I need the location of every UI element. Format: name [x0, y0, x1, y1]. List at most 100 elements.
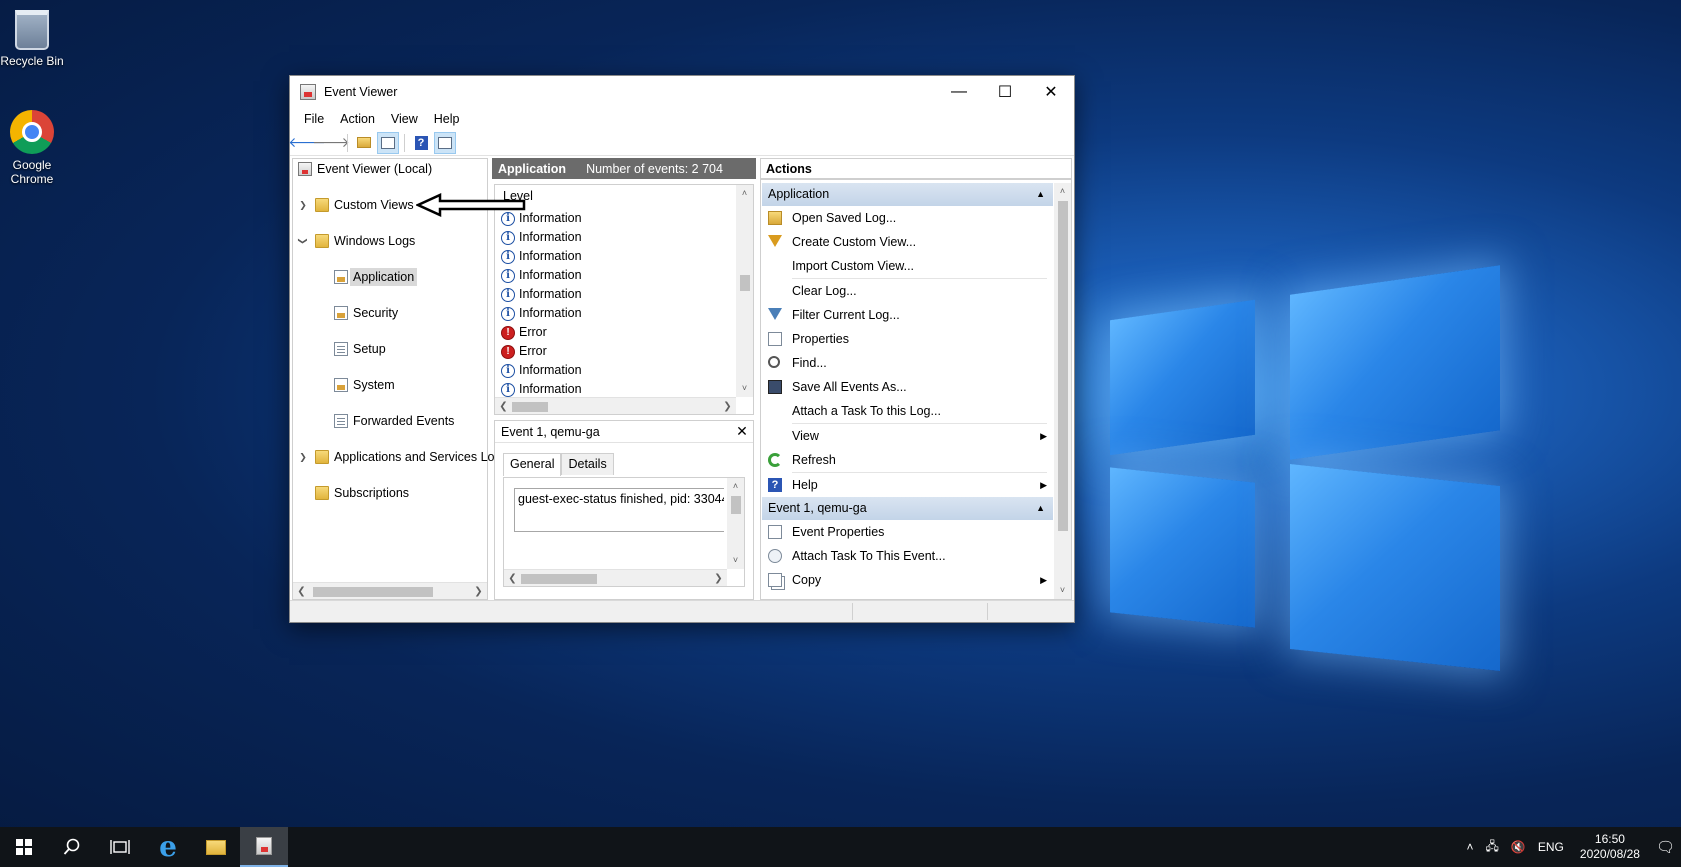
scroll-up-icon[interactable]: ˄ — [727, 478, 744, 495]
chevron-right-icon[interactable]: ❯ — [297, 448, 309, 466]
actions-group-header[interactable]: Event 1, qemu-ga ▲ — [762, 497, 1053, 520]
action-item[interactable]: Refresh — [762, 448, 1053, 472]
volume-muted-icon[interactable]: 🔇 — [1505, 840, 1532, 854]
actions-title: Actions — [761, 159, 1071, 180]
tree-item-applications-and-services-logs[interactable]: ❯ Applications and Services Lo — [293, 448, 495, 466]
tree-item-forwarded-events[interactable]: Forwarded Events — [293, 412, 487, 430]
event-row[interactable]: i Information — [501, 247, 582, 266]
tab-details[interactable]: Details — [561, 453, 614, 475]
events-horizontal-scrollbar[interactable]: ❮ ❯ — [495, 397, 736, 414]
scroll-left-icon[interactable]: ❮ — [495, 398, 512, 414]
scroll-right-icon[interactable]: ❯ — [719, 398, 736, 414]
actions-vertical-scrollbar[interactable]: ˄ ˅ — [1054, 183, 1071, 599]
message-vertical-scrollbar[interactable]: ˄ ˅ — [727, 478, 744, 569]
tree-horizontal-scrollbar[interactable]: ❮ ❯ — [293, 582, 487, 599]
collapse-triangle-icon[interactable]: ▲ — [1036, 183, 1045, 206]
tree-item-windows-logs[interactable]: ❯ Windows Logs — [293, 232, 487, 250]
title-bar[interactable]: Event Viewer — ☐ ✕ — [290, 76, 1074, 108]
tab-general[interactable]: General — [503, 453, 562, 476]
security-log-icon — [334, 306, 348, 320]
scrollbar-thumb[interactable] — [512, 402, 548, 412]
up-folder-icon[interactable] — [353, 132, 375, 154]
show-hide-action-pane-icon[interactable] — [434, 131, 456, 154]
close-detail-icon[interactable]: ✕ — [731, 423, 753, 440]
chevron-down-icon[interactable]: ❯ — [294, 235, 312, 247]
task-view-icon — [110, 840, 130, 854]
scroll-left-icon[interactable]: ❮ — [504, 570, 521, 587]
show-hidden-icons-chevron-up-icon[interactable]: ˄ — [1461, 840, 1480, 854]
tree-item-subscriptions[interactable]: Subscriptions — [293, 484, 487, 502]
action-label: Attach Task To This Event... — [792, 549, 946, 563]
menu-file[interactable]: File — [296, 112, 332, 126]
menu-help[interactable]: Help — [426, 112, 468, 126]
chevron-right-icon[interactable]: ❯ — [297, 196, 309, 214]
scroll-right-icon[interactable]: ❯ — [470, 583, 487, 600]
submenu-arrow-icon: ▶ — [1040, 575, 1047, 585]
action-item[interactable]: Properties — [762, 327, 1053, 351]
desktop-icon-google-chrome[interactable]: Google Chrome — [0, 110, 64, 186]
action-item[interactable]: Import Custom View... — [762, 254, 1053, 278]
internet-explorer-button[interactable]: e — [144, 827, 192, 867]
action-item[interactable]: Attach a Task To this Log... — [762, 399, 1053, 423]
action-item[interactable]: Copy ▶ — [762, 568, 1053, 592]
scrollbar-thumb[interactable] — [731, 496, 741, 514]
scroll-down-icon[interactable]: ˅ — [727, 552, 744, 569]
scrollbar-thumb[interactable] — [521, 574, 597, 584]
maximize-button[interactable]: ☐ — [982, 76, 1028, 108]
scrollbar-thumb[interactable] — [313, 587, 433, 597]
close-button[interactable]: ✕ — [1028, 76, 1074, 108]
scrollbar-thumb[interactable] — [1058, 201, 1068, 531]
event-row[interactable]: i Information — [501, 266, 582, 285]
tree-item-system[interactable]: System — [293, 376, 487, 394]
minimize-button[interactable]: — — [936, 76, 982, 108]
menu-action[interactable]: Action — [332, 112, 383, 126]
task-view-button[interactable] — [96, 827, 144, 867]
action-item[interactable]: Filter Current Log... — [762, 303, 1053, 327]
scroll-up-icon[interactable]: ˄ — [1054, 183, 1071, 200]
start-button[interactable] — [0, 827, 48, 867]
event-row[interactable]: i Information — [501, 285, 582, 304]
forward-arrow-icon[interactable]: 🡒 — [312, 132, 350, 154]
desktop-icon-recycle-bin[interactable]: Recycle Bin — [0, 10, 64, 68]
action-item[interactable]: Event Properties — [762, 520, 1053, 544]
folder-icon — [315, 234, 329, 248]
event-row[interactable]: i Information — [501, 228, 582, 247]
clock[interactable]: 16:50 2020/08/28 — [1570, 832, 1650, 862]
search-button[interactable] — [48, 827, 96, 867]
event-row[interactable]: ! Error — [501, 323, 547, 342]
actions-group-header[interactable]: Application ▲ — [762, 183, 1053, 206]
action-item[interactable]: Clear Log... — [762, 279, 1053, 303]
action-item[interactable]: View ▶ — [762, 424, 1053, 448]
scroll-down-icon[interactable]: ˅ — [1054, 582, 1071, 599]
event-row[interactable]: ! Error — [501, 342, 547, 361]
scroll-up-icon[interactable]: ˄ — [736, 185, 753, 202]
event-row[interactable]: i Information — [501, 304, 582, 323]
notifications-icon[interactable]: 🗨 — [1650, 838, 1681, 856]
tree-item-event-viewer-local[interactable]: Event Viewer (Local) — [293, 160, 487, 178]
help-icon[interactable]: ? — [410, 132, 432, 154]
action-item[interactable]: Save All Events As... — [762, 375, 1053, 399]
action-item[interactable]: Open Saved Log... — [762, 206, 1053, 230]
action-item[interactable]: Find... — [762, 351, 1053, 375]
event-viewer-taskbar-button[interactable] — [240, 827, 288, 867]
event-message[interactable]: guest-exec-status finished, pid: 33044, … — [514, 488, 724, 532]
show-hide-console-tree-icon[interactable] — [377, 131, 399, 154]
collapse-triangle-icon[interactable]: ▲ — [1036, 497, 1045, 520]
scroll-right-icon[interactable]: ❯ — [710, 570, 727, 587]
message-horizontal-scrollbar[interactable]: ❮ ❯ — [504, 569, 727, 586]
scroll-down-icon[interactable]: ˅ — [736, 380, 753, 397]
menu-view[interactable]: View — [383, 112, 426, 126]
action-item[interactable]: Attach Task To This Event... — [762, 544, 1053, 568]
tree-item-application[interactable]: Application — [293, 268, 487, 286]
events-vertical-scrollbar[interactable]: ˄ ˅ — [736, 185, 753, 397]
tree-item-setup[interactable]: Setup — [293, 340, 487, 358]
tree-item-security[interactable]: Security — [293, 304, 487, 322]
input-language[interactable]: ENG — [1532, 840, 1570, 854]
file-explorer-button[interactable] — [192, 827, 240, 867]
action-item[interactable]: ? Help ▶ — [762, 473, 1053, 497]
event-row[interactable]: i Information — [501, 361, 582, 380]
network-icon[interactable]: 🖧 — [1480, 837, 1505, 858]
action-item[interactable]: Create Custom View... — [762, 230, 1053, 254]
scroll-left-icon[interactable]: ❮ — [293, 583, 310, 600]
scrollbar-thumb[interactable] — [740, 275, 750, 291]
